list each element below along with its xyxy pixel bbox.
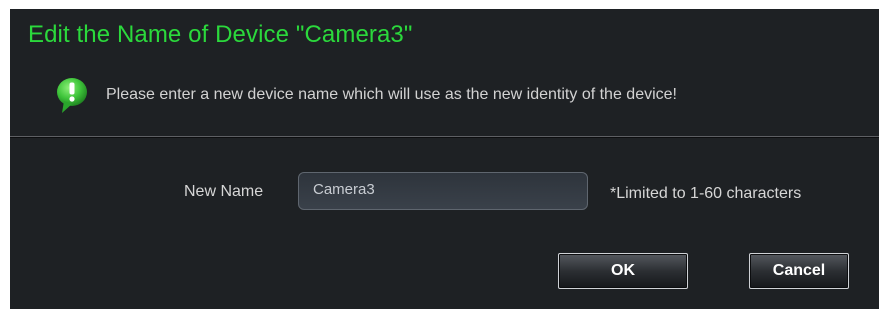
divider — [10, 136, 879, 137]
info-message: Please enter a new device name which wil… — [106, 86, 677, 103]
character-limit-note: *Limited to 1-60 characters — [610, 185, 802, 202]
new-name-input[interactable] — [298, 172, 588, 210]
info-bubble-icon — [57, 78, 87, 113]
new-name-label: New Name — [184, 183, 264, 200]
ok-button[interactable]: OK — [558, 253, 688, 289]
dialog-title: Edit the Name of Device "Camera3" — [28, 21, 413, 48]
edit-device-name-dialog: Edit the Name of Device "Camera3" Please… — [10, 9, 879, 309]
cancel-button[interactable]: Cancel — [749, 253, 849, 289]
